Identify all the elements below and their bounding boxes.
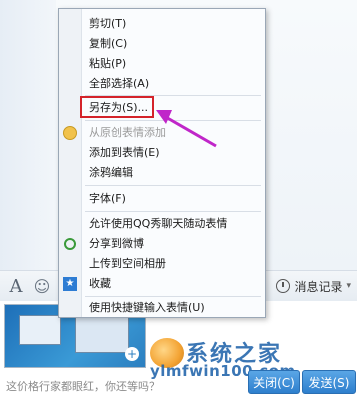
menu-separator <box>85 296 261 297</box>
share-icon <box>63 237 77 251</box>
menu-separator <box>85 211 261 212</box>
menu-item-add-to-emoji[interactable]: 添加到表情(E) <box>89 144 160 162</box>
menu-item-paste[interactable]: 粘贴(P) <box>89 55 126 73</box>
menu-item-share-weibo[interactable]: 分享到微博 <box>89 235 144 253</box>
clock-icon <box>276 279 291 293</box>
context-menu: 剪切(T) 复制(C) 粘贴(P) 全部选择(A) 另存为(S)... 从原创表… <box>58 8 266 318</box>
menu-item-cut[interactable]: 剪切(T) <box>89 15 126 33</box>
menu-item-upload-album[interactable]: 上传到空间相册 <box>89 255 166 273</box>
pointer-arrow <box>156 110 217 148</box>
menu-item-font[interactable]: 字体(F) <box>89 190 126 208</box>
menu-item-shortcut-emoji[interactable]: 使用快捷键输入表情(U) <box>89 299 205 317</box>
menu-item-doodle-edit[interactable]: 涂鸦编辑 <box>89 164 133 182</box>
input-placeholder-text: 这价格行家都眼红，你还等吗？ <box>6 380 160 393</box>
star-icon: ★ <box>63 277 77 291</box>
message-history-label: 消息记录 <box>294 279 343 294</box>
font-icon[interactable]: A <box>6 274 26 298</box>
menu-item-favorite[interactable]: 收藏 <box>89 275 111 293</box>
menu-item-select-all[interactable]: 全部选择(A) <box>89 75 149 93</box>
menu-item-allow-qq-show[interactable]: 允许使用QQ秀聊天随动表情 <box>89 215 227 233</box>
menu-item-copy[interactable]: 复制(C) <box>89 35 127 53</box>
highlight-box <box>80 96 154 118</box>
emoji-icon[interactable]: ☺ <box>32 274 52 298</box>
message-history-button[interactable]: 消息记录 ▾ <box>276 274 351 298</box>
menu-icon-gutter <box>59 9 82 317</box>
zoom-plus-icon[interactable]: + <box>125 347 139 361</box>
send-button[interactable]: 发送(S) <box>302 370 356 394</box>
thumbnail-window <box>19 315 61 345</box>
menu-separator <box>85 185 261 186</box>
emoji-add-icon <box>63 126 77 140</box>
chat-side-strip <box>0 0 56 270</box>
chevron-down-icon[interactable]: ▾ <box>346 281 351 291</box>
close-button[interactable]: 关闭(C) <box>248 370 300 394</box>
